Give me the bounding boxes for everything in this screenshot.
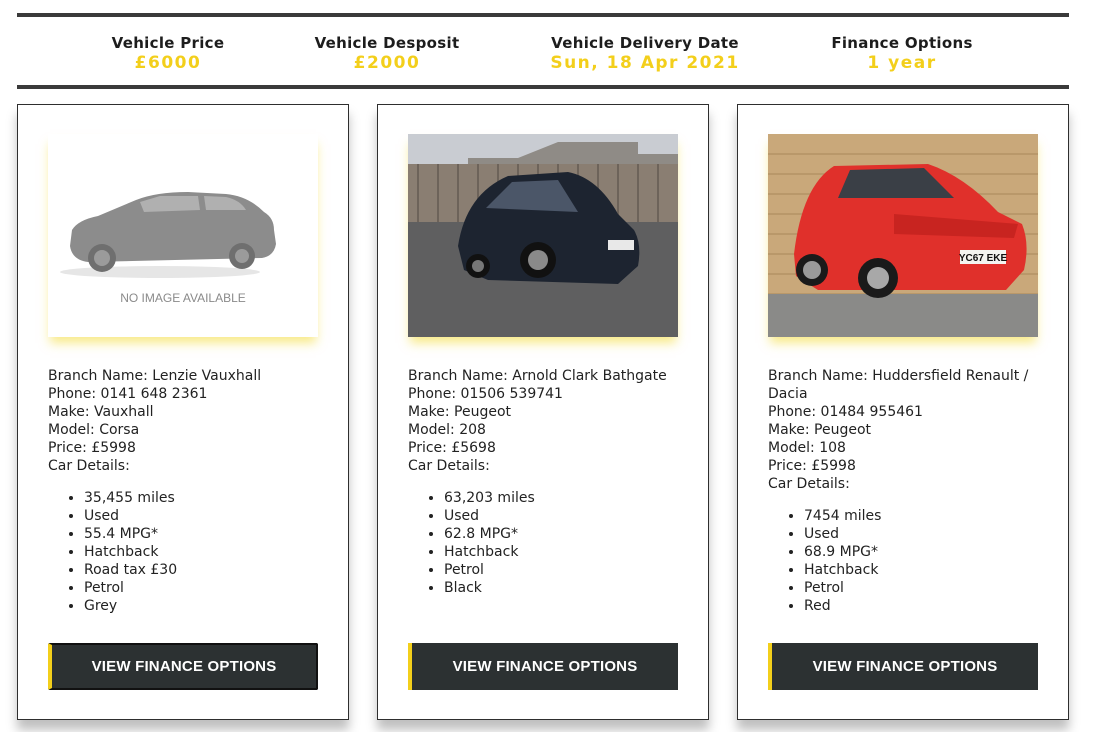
vehicle-model: Model: 108 (768, 440, 846, 456)
vehicle-deposit-summary: Vehicle Desposit £2000 (315, 34, 460, 73)
red-peugeot-photo: YC67 EKE (768, 134, 1038, 337)
vehicle-price: Price: £5998 (48, 440, 136, 456)
list-item: Used (804, 525, 1048, 543)
vehicle-photo: YC67 EKE (768, 134, 1038, 337)
list-item: Used (84, 507, 328, 525)
black-peugeot-photo (408, 134, 678, 337)
summary-value: £2000 (353, 53, 421, 73)
finance-options-summary: Finance Options 1 year (831, 34, 972, 73)
license-plate-text: YC67 EKE (959, 253, 1008, 264)
list-item: 62.8 MPG* (444, 525, 688, 543)
vehicle-make: Make: Peugeot (408, 404, 512, 420)
summary-value: £6000 (134, 53, 202, 73)
list-item: Black (444, 579, 688, 597)
car-details-label: Car Details: (48, 458, 130, 474)
summary-label: Vehicle Desposit (314, 34, 460, 52)
phone-number: Phone: 01484 955461 (768, 404, 923, 420)
view-finance-options-button[interactable]: VIEW FINANCE OPTIONS (408, 643, 678, 690)
vehicle-price: Price: £5698 (408, 440, 496, 456)
vehicle-card: NO IMAGE AVAILABLE Branch Name: Lenzie V… (17, 104, 349, 720)
list-item: Used (444, 507, 688, 525)
view-finance-options-button[interactable]: VIEW FINANCE OPTIONS (768, 643, 1038, 690)
summary-value: 1 year (867, 53, 937, 73)
vehicle-make: Make: Peugeot (768, 422, 872, 438)
list-item: Red (804, 597, 1048, 615)
delivery-date-summary: Vehicle Delivery Date Sun, 18 Apr 2021 (550, 34, 739, 73)
car-details-label: Car Details: (408, 458, 490, 474)
car-details-list: 63,203 miles Used 62.8 MPG* Hatchback Pe… (408, 489, 688, 597)
branch-name: Branch Name: Lenzie Vauxhall (48, 368, 262, 384)
vehicle-model: Model: 208 (408, 422, 486, 438)
no-image-placeholder: NO IMAGE AVAILABLE (48, 134, 318, 337)
list-item: 55.4 MPG* (84, 525, 328, 543)
list-item: 35,455 miles (84, 489, 328, 507)
car-details-list: 35,455 miles Used 55.4 MPG* Hatchback Ro… (48, 489, 328, 615)
summary-label: Vehicle Price (111, 34, 225, 52)
list-item: 63,203 miles (444, 489, 688, 507)
vehicle-price-summary: Vehicle Price £6000 (112, 34, 225, 73)
list-item: Hatchback (444, 543, 688, 561)
vehicle-model: Model: Corsa (48, 422, 140, 438)
branch-name: Branch Name: Huddersfield Renault / Daci… (768, 368, 1029, 402)
phone-number: Phone: 0141 648 2361 (48, 386, 208, 402)
vehicle-card: Branch Name: Arnold Clark Bathgate Phone… (377, 104, 709, 720)
car-details-label: Car Details: (768, 476, 850, 492)
vehicle-photo (408, 134, 678, 337)
list-item: Road tax £30 (84, 561, 328, 579)
vehicle-info: Branch Name: Lenzie Vauxhall Phone: 0141… (48, 367, 328, 615)
summary-value: Sun, 18 Apr 2021 (550, 53, 740, 73)
view-finance-options-button[interactable]: VIEW FINANCE OPTIONS (48, 643, 318, 690)
phone-number: Phone: 01506 539741 (408, 386, 563, 402)
car-details-list: 7454 miles Used 68.9 MPG* Hatchback Petr… (768, 507, 1048, 615)
vehicle-make: Make: Vauxhall (48, 404, 154, 420)
list-item: Petrol (444, 561, 688, 579)
vehicle-photo: NO IMAGE AVAILABLE (48, 134, 318, 337)
summary-label: Finance Options (831, 34, 973, 52)
no-image-text: NO IMAGE AVAILABLE (120, 291, 246, 305)
vehicle-card: YC67 EKE Branch Name: Huddersfield Renau… (737, 104, 1069, 720)
branch-name: Branch Name: Arnold Clark Bathgate (408, 368, 667, 384)
summary-label: Vehicle Delivery Date (551, 34, 739, 52)
list-item: Hatchback (804, 561, 1048, 579)
list-item: 7454 miles (804, 507, 1048, 525)
list-item: Petrol (84, 579, 328, 597)
list-item: 68.9 MPG* (804, 543, 1048, 561)
order-summary-bar: Vehicle Price £6000 Vehicle Desposit £20… (17, 13, 1069, 89)
list-item: Grey (84, 597, 328, 615)
vehicle-info: Branch Name: Huddersfield Renault / Daci… (768, 367, 1048, 615)
list-item: Hatchback (84, 543, 328, 561)
list-item: Petrol (804, 579, 1048, 597)
vehicle-info: Branch Name: Arnold Clark Bathgate Phone… (408, 367, 688, 597)
vehicle-price: Price: £5998 (768, 458, 856, 474)
